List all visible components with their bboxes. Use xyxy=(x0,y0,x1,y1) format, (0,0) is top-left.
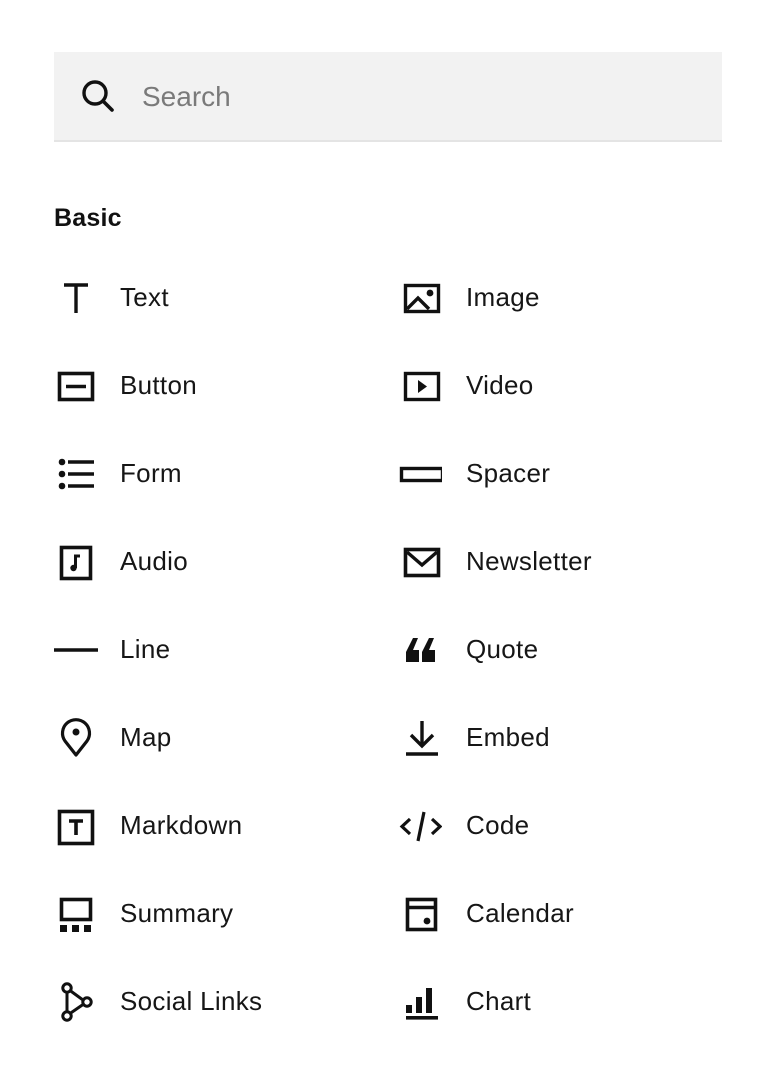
block-item-quote[interactable]: Quote xyxy=(398,606,718,694)
chart-icon xyxy=(398,980,442,1024)
block-item-code[interactable]: Code xyxy=(398,782,718,870)
block-label: Audio xyxy=(120,546,188,576)
block-item-button[interactable]: Button xyxy=(54,342,374,430)
social-links-icon xyxy=(54,980,98,1024)
block-item-audio[interactable]: Audio xyxy=(54,518,374,606)
block-label: Spacer xyxy=(466,458,551,488)
block-item-text[interactable]: Text xyxy=(54,254,374,342)
block-label: Social Links xyxy=(120,986,263,1016)
newsletter-icon xyxy=(398,540,442,584)
quote-icon xyxy=(398,628,442,672)
block-item-line[interactable]: Line xyxy=(54,606,374,694)
block-label: Map xyxy=(120,722,172,752)
map-pin-icon xyxy=(54,716,98,760)
block-label: Text xyxy=(120,282,169,312)
markdown-icon xyxy=(54,804,98,848)
block-item-chart[interactable]: Chart xyxy=(398,958,718,1046)
block-label: Markdown xyxy=(120,810,243,840)
code-icon xyxy=(398,804,442,848)
block-item-summary[interactable]: Summary xyxy=(54,870,374,958)
block-item-embed[interactable]: Embed xyxy=(398,694,718,782)
block-label: Button xyxy=(120,370,197,400)
image-icon xyxy=(398,276,442,320)
block-label: Video xyxy=(466,370,534,400)
block-item-markdown[interactable]: Markdown xyxy=(54,782,374,870)
block-item-video[interactable]: Video xyxy=(398,342,718,430)
spacer-icon xyxy=(398,452,442,496)
block-label: Code xyxy=(466,810,530,840)
block-label: Quote xyxy=(466,634,539,664)
block-label: Summary xyxy=(120,898,234,928)
audio-icon xyxy=(54,540,98,584)
block-label: Chart xyxy=(466,986,532,1016)
block-item-spacer[interactable]: Spacer xyxy=(398,430,718,518)
button-icon xyxy=(54,364,98,408)
block-item-calendar[interactable]: Calendar xyxy=(398,870,718,958)
block-item-map[interactable]: Map xyxy=(54,694,374,782)
block-label: Image xyxy=(466,282,540,312)
line-icon xyxy=(54,628,98,672)
search-bar[interactable] xyxy=(54,52,722,142)
embed-icon xyxy=(398,716,442,760)
search-input[interactable] xyxy=(142,72,682,122)
block-label: Calendar xyxy=(466,898,574,928)
calendar-icon xyxy=(398,892,442,936)
block-label: Line xyxy=(120,634,171,664)
form-icon xyxy=(54,452,98,496)
search-icon xyxy=(80,78,116,114)
block-label: Newsletter xyxy=(466,546,592,576)
block-label: Embed xyxy=(466,722,550,752)
block-item-form[interactable]: Form xyxy=(54,430,374,518)
text-icon xyxy=(54,276,98,320)
section-title-basic: Basic xyxy=(54,204,122,232)
block-item-social-links[interactable]: Social Links xyxy=(54,958,374,1046)
block-item-image[interactable]: Image xyxy=(398,254,718,342)
summary-icon xyxy=(54,892,98,936)
video-icon xyxy=(398,364,442,408)
block-item-newsletter[interactable]: Newsletter xyxy=(398,518,718,606)
block-label: Form xyxy=(120,458,182,488)
